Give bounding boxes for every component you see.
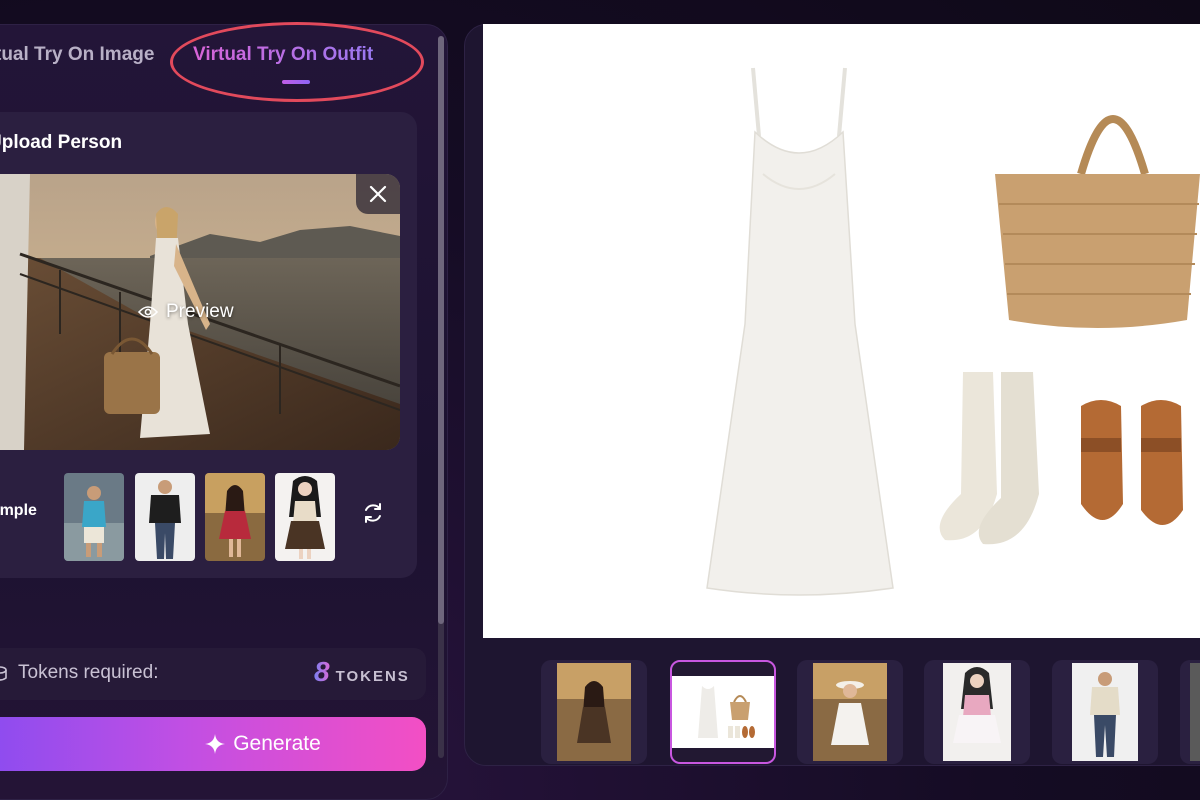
tab-virtual-try-on-image[interactable]: Virtual Try On Image [0, 44, 154, 66]
coin-stack-icon [0, 664, 10, 689]
sample-thumbnail-4[interactable] [275, 473, 335, 561]
remove-image-button[interactable] [356, 174, 400, 214]
tokens-required-label: Tokens required: [18, 662, 159, 683]
sample-thumbnail-3[interactable] [205, 473, 265, 561]
refresh-icon [365, 503, 381, 523]
history-thumbnail-6[interactable] [1180, 660, 1200, 764]
scrollbar-thumb[interactable] [438, 36, 444, 624]
sparkle-icon [205, 734, 226, 754]
history-thumbnail-4[interactable] [924, 660, 1030, 764]
upload-person-title: Upload Person [0, 132, 123, 153]
history-thumbnail-2-selected[interactable] [670, 660, 776, 764]
eye-icon [138, 306, 158, 318]
close-icon [369, 185, 387, 203]
sample-thumbnail-1[interactable] [64, 473, 124, 561]
refresh-samples-button[interactable] [358, 498, 388, 528]
outfit-result-image[interactable] [483, 24, 1200, 638]
preview-button[interactable]: Preview [138, 298, 234, 326]
history-thumbnail-5[interactable] [1052, 660, 1158, 764]
tokens-count: 8 [314, 656, 330, 687]
history-thumbnail-3[interactable] [797, 660, 903, 764]
sample-thumbnail-2[interactable] [135, 473, 195, 561]
tokens-unit: TOKENS [335, 668, 410, 685]
sample-label-clip: Sample [0, 500, 60, 526]
preview-label: Preview [166, 301, 234, 322]
left-panel-scrollbar[interactable] [438, 36, 444, 758]
generate-label: Generate [233, 732, 321, 755]
upload-title-clip: Upload Person [0, 128, 200, 158]
tokens-required-value: 8 TOKENS [314, 656, 410, 688]
generate-button[interactable]: Generate [0, 717, 426, 771]
history-thumbnail-1[interactable] [541, 660, 647, 764]
tab-clip: Virtual Try On Image [0, 30, 175, 80]
highlight-annotation [170, 22, 424, 102]
sample-label: Sample [0, 502, 37, 519]
